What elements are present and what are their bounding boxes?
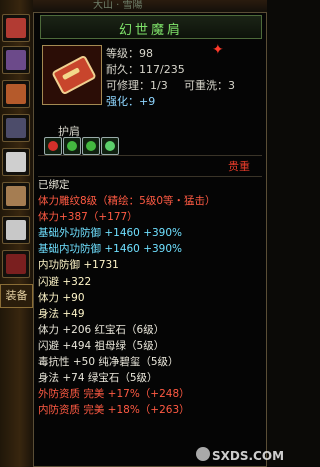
item-tooltip: 幻世魔肩 等级：98 ✦ 耐久：117/235 可修理：1/3 可重洗：3 强化… [33,12,284,467]
attr-outer-defense-quality: 外防资质 完美 +17%（+248） [38,388,190,401]
item-repairable: 可修理：1/3 [106,79,168,92]
top-strip: 大山 · 雪陽 [33,0,267,12]
attribute-list: 已绑定 体力雕纹8级（精绘：5级0等・猛击） 体力+387（+177） 基础外功… [38,177,264,418]
attr-gem-vitality: 体力 +206 红宝石（6级） [38,323,165,336]
gem-sockets [44,137,124,155]
attr-vitality: 体力 +90 [38,291,85,304]
divider [38,155,262,156]
slot-charm[interactable] [2,250,30,278]
item-durability: 耐久：117/235 [106,63,185,76]
equip-tab[interactable]: 装备 [0,284,33,308]
gem-socket-green [63,137,81,155]
attr-inner-defense-quality: 内防资质 完美 +18%（+263） [38,404,190,417]
item-title: 幻世魔肩 [118,23,183,38]
attr-base-outer-defense: 基础外功防御 +1460 +390% [38,227,183,240]
item-strengthen: 强化：+9 [106,95,156,108]
attr-gem-agility: 身法 +74 绿宝石（5级） [38,372,158,385]
attr-engraving: 体力雕纹8级（精绘：5级0等・猛击） [38,195,216,208]
item-level: 等级：98 [106,47,153,60]
rarity-label: 贵重 [228,160,250,173]
slot-helmet[interactable] [2,14,30,42]
watermark: SXDS.COM [212,449,285,463]
slot-bracelet[interactable] [2,216,30,244]
title-bar: 幻世魔肩 [40,15,262,39]
attr-vitality-base: 体力+387（+177） [38,211,138,224]
slot-boots[interactable] [2,114,30,142]
watermark-logo-icon [196,447,210,461]
attr-gem-dodge: 闪避 +494 祖母绿（5级） [38,339,165,352]
attr-bound: 已绑定 [38,179,70,191]
gem-socket-red [44,137,62,155]
gem-socket-green [82,137,100,155]
slot-shoulder[interactable] [2,80,30,108]
attr-dodge: 闪避 +322 [38,275,92,288]
flame-icon: ✦ [212,42,224,58]
shoulder-scroll-icon [51,54,97,96]
attr-gem-poison-resist: 毒抗性 +50 纯净碧玺（5级） [38,356,179,369]
attr-agility: 身法 +49 [38,307,85,320]
equipment-sidebar: 装备 [0,0,33,467]
slot-jade[interactable] [2,148,30,176]
slot-ring[interactable] [2,182,30,210]
slot-scroll[interactable] [2,46,30,74]
gem-socket-emerald [101,137,119,155]
item-icon [42,45,102,105]
attr-inner-defense: 内功防御 +1731 [38,259,119,272]
attr-base-inner-defense: 基础内功防御 +1460 +390% [38,243,183,256]
item-rewash: 可重洗：3 [184,79,235,92]
